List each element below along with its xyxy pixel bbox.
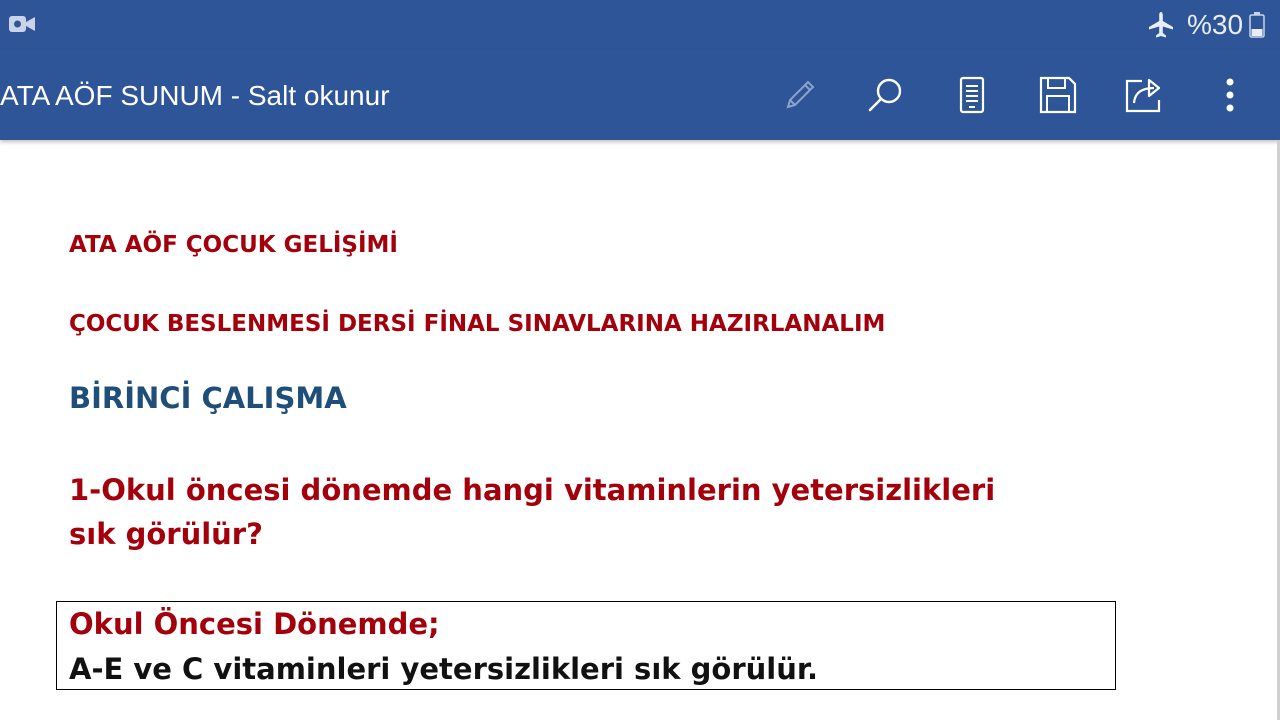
answer-text: A-E ve C vitaminleri yetersizlikleri sık… [69, 652, 819, 686]
search-button[interactable] [863, 72, 909, 118]
battery-percentage: %30 [1187, 9, 1244, 40]
answer-title: Okul Öncesi Dönemde; [69, 607, 440, 641]
reading-mode-icon [952, 75, 992, 115]
video-call-icon [8, 12, 36, 36]
reading-mode-button[interactable] [949, 72, 995, 118]
question-text: 1-Okul öncesi dönemde hangi vitaminlerin… [69, 473, 996, 551]
more-options-button[interactable] [1207, 72, 1253, 118]
search-icon [866, 75, 906, 115]
edit-button[interactable] [777, 72, 823, 118]
document-title: ATA AÖF SUNUM - Salt okunur [0, 80, 390, 111]
pencil-icon [780, 75, 820, 115]
save-icon [1038, 75, 1078, 115]
answer-box: Okul Öncesi Dönemde; A-E ve C vitaminler… [56, 601, 1116, 690]
heading-first-study: BİRİNCİ ÇALIŞMA [69, 381, 347, 415]
airplane-mode-icon [1146, 10, 1176, 40]
heading-course-title: ATA AÖF ÇOCUK GELİŞİMİ [69, 232, 398, 258]
document-canvas[interactable]: ATA AÖF ÇOCUK GELİŞİMİ ÇOCUK BESLENMESİ … [0, 140, 1277, 720]
save-button[interactable] [1035, 72, 1081, 118]
heading-exam-prep: ÇOCUK BESLENMESİ DERSİ FİNAL SINAVLARINA… [69, 311, 886, 337]
status-bar: %30 [0, 0, 1280, 50]
battery-icon [1249, 12, 1265, 38]
app-toolbar: ATA AÖF SUNUM - Salt okunur [0, 50, 1280, 140]
more-options-icon [1224, 75, 1236, 115]
share-button[interactable] [1121, 72, 1167, 118]
share-icon [1124, 75, 1164, 115]
